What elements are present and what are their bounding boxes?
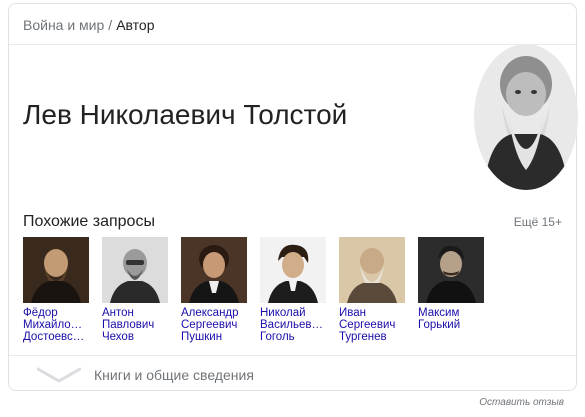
divider [9,44,576,45]
person-thumbnail [260,237,326,303]
portrait-photo [474,44,578,190]
author-portrait[interactable] [474,44,578,190]
related-person[interactable]: Николай Васильев… Гоголь [260,237,326,343]
breadcrumb-current: Автор [116,17,155,33]
expand-section-button[interactable]: Книги и общие сведения [9,356,576,392]
person-thumbnail [102,237,168,303]
person-thumbnail [181,237,247,303]
expand-section-label: Книги и общие сведения [94,367,254,383]
chevron-down-icon [36,367,82,388]
person-name: Антон Павлович Чехов [102,307,155,343]
breadcrumb-parent-link[interactable]: Война и мир [23,17,104,33]
knowledge-panel: Война и мир / Автор Лев Николаевич Толстой… [8,3,578,392]
person-thumbnail [23,237,89,303]
page-title: Лев Николаевич Толстой [23,99,348,130]
feedback-link[interactable]: Оставить отзыв [479,397,564,409]
more-related-link[interactable]: Ещё 15+ [514,214,562,230]
related-person[interactable]: Антон Павлович Чехов [102,237,168,343]
person-thumbnail [339,237,405,303]
related-searches-header: Похожие запросы [23,213,155,230]
person-name: Николай Васильев… Гоголь [260,307,323,343]
person-name: Максим Горький [418,307,461,331]
related-person[interactable]: Фёдор Михайло… Достоевс… [23,237,89,343]
related-person[interactable]: Максим Горький [418,237,484,331]
breadcrumb-separator: / [108,17,113,33]
related-person[interactable]: Иван Сергеевич Тургенев [339,237,405,343]
related-person[interactable]: Александр Сергеевич Пушкин [181,237,247,343]
person-thumbnail [418,237,484,303]
person-name: Фёдор Михайло… Достоевс… [23,307,85,343]
person-name: Александр Сергеевич Пушкин [181,307,239,343]
person-name: Иван Сергеевич Тургенев [339,307,396,343]
breadcrumb: Война и мир / Автор [23,16,154,34]
